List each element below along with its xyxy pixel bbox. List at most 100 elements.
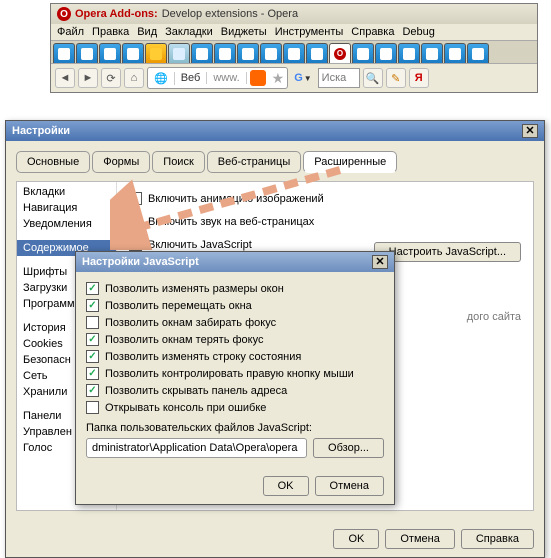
close-button[interactable]: ✕ bbox=[372, 255, 388, 269]
label-js-opt: Позволить контролировать правую кнопку м… bbox=[105, 368, 354, 380]
checkbox-javascript[interactable]: ✓ bbox=[129, 238, 142, 251]
yandex-button[interactable]: Я bbox=[409, 68, 429, 88]
cancel-button[interactable]: Отмена bbox=[315, 476, 384, 496]
folder-path-input[interactable]: dministrator\Application Data\Opera\oper… bbox=[86, 438, 307, 458]
opera-icon: O bbox=[57, 7, 71, 21]
browser-tab[interactable] bbox=[375, 43, 397, 63]
folder-label: Папка пользовательских файлов JavaScript… bbox=[86, 422, 384, 434]
rss-icon[interactable]: ஺ bbox=[250, 70, 266, 86]
bookmark-star-icon[interactable]: ★ bbox=[272, 70, 285, 87]
browser-tab[interactable] bbox=[352, 43, 374, 63]
browse-button[interactable]: Обзор... bbox=[313, 438, 384, 458]
js-option-row: ✓Позволить изменять строку состояния bbox=[86, 350, 384, 363]
tab-search[interactable]: Поиск bbox=[152, 151, 204, 173]
settings-buttons: OK Отмена Справка bbox=[6, 521, 544, 557]
address-bar[interactable]: 🌐 Веб www. ஺ ★ bbox=[147, 67, 288, 89]
browser-tab[interactable] bbox=[53, 43, 75, 63]
browser-tab[interactable] bbox=[237, 43, 259, 63]
browser-tab[interactable] bbox=[214, 43, 236, 63]
window-title-prefix: Opera Add-ons: bbox=[75, 8, 158, 20]
menu-view[interactable]: Вид bbox=[137, 26, 157, 38]
browser-tab[interactable] bbox=[398, 43, 420, 63]
sidebar-item-tabs[interactable]: Вкладки bbox=[17, 184, 116, 200]
checkbox-js-opt[interactable]: ✓ bbox=[86, 333, 99, 346]
checkbox-animation[interactable] bbox=[129, 192, 142, 205]
help-button[interactable]: Справка bbox=[461, 529, 534, 549]
reload-button[interactable]: ⟳ bbox=[101, 68, 121, 88]
label-js-opt: Позволить перемещать окна bbox=[105, 300, 252, 312]
menu-edit[interactable]: Правка bbox=[92, 26, 129, 38]
browser-tab[interactable] bbox=[444, 43, 466, 63]
checkbox-js-opt[interactable]: ✓ bbox=[86, 384, 99, 397]
label-sound: Включить звук на веб-страницах bbox=[148, 216, 314, 228]
tab-advanced[interactable]: Расширенные bbox=[303, 151, 397, 173]
browser-tab[interactable] bbox=[306, 43, 328, 63]
js-option-row: Позволить окнам забирать фокус bbox=[86, 316, 384, 329]
js-buttons: OK Отмена bbox=[76, 468, 394, 504]
zoom-button[interactable]: 🔍 bbox=[363, 68, 383, 88]
checkbox-js-opt[interactable]: ✓ bbox=[86, 282, 99, 295]
search-input[interactable]: Иска bbox=[318, 68, 360, 88]
checkbox-sound[interactable] bbox=[129, 215, 142, 228]
addr-www-label: www. bbox=[207, 72, 246, 84]
browser-tab[interactable] bbox=[467, 43, 489, 63]
js-settings-window: Настройки JavaScript ✕ ✓Позволить изменя… bbox=[75, 251, 395, 505]
settings-tabs: Основные Формы Поиск Веб-страницы Расшир… bbox=[16, 151, 534, 173]
js-option-row: ✓ Позволить скрывать панель адреса bbox=[86, 384, 384, 397]
label-js-opt: Позволить окнам терять фокус bbox=[105, 334, 263, 346]
js-titlebar: Настройки JavaScript ✕ bbox=[76, 252, 394, 272]
edit-button[interactable]: ✎ bbox=[386, 68, 406, 88]
checkbox-js-opt[interactable] bbox=[86, 316, 99, 329]
toolbar: ◄ ► ⟳ ⌂ 🌐 Веб www. ஺ ★ G▼ Иска 🔍 ✎ Я bbox=[51, 64, 537, 92]
close-button[interactable]: ✕ bbox=[522, 124, 538, 138]
browser-tab[interactable] bbox=[168, 43, 190, 63]
browser-tab[interactable] bbox=[76, 43, 98, 63]
cancel-button[interactable]: Отмена bbox=[385, 529, 454, 549]
browser-tab[interactable] bbox=[99, 43, 121, 63]
home-button[interactable]: ⌂ bbox=[124, 68, 144, 88]
js-option-row: ✓ Позволить окнам терять фокус bbox=[86, 333, 384, 346]
browser-tab-active[interactable]: O bbox=[329, 43, 351, 63]
menubar: Файл Правка Вид Закладки Виджеты Инструм… bbox=[51, 24, 537, 40]
menu-bookmarks[interactable]: Закладки bbox=[165, 26, 213, 38]
menu-debug[interactable]: Debug bbox=[402, 26, 434, 38]
js-option-row: ✓ Позволить изменять размеры окон bbox=[86, 282, 384, 295]
menu-tools[interactable]: Инструменты bbox=[275, 26, 344, 38]
forward-button[interactable]: ► bbox=[78, 68, 98, 88]
label-js-opt: Позволить изменять размеры окон bbox=[105, 283, 284, 295]
menu-file[interactable]: Файл bbox=[57, 26, 84, 38]
browser-tab[interactable] bbox=[191, 43, 213, 63]
browser-tab[interactable] bbox=[283, 43, 305, 63]
tab-forms[interactable]: Формы bbox=[92, 151, 150, 173]
menu-widgets[interactable]: Виджеты bbox=[221, 26, 267, 38]
checkbox-js-opt[interactable]: ✓ bbox=[86, 350, 99, 363]
checkbox-js-opt[interactable]: ✓ bbox=[86, 367, 99, 380]
addr-web-label: Веб bbox=[175, 72, 208, 84]
js-body: ✓Позволить изменять размеры окон✓Позволи… bbox=[76, 272, 394, 468]
sidebar-item-navigation[interactable]: Навигация bbox=[17, 200, 116, 216]
sidebar-item-notifications[interactable]: Уведомления bbox=[17, 216, 116, 232]
configure-js-button[interactable]: Настроить JavaScript... bbox=[374, 242, 521, 262]
settings-title: Настройки bbox=[12, 125, 70, 137]
label-js-opt: Позволить окнам забирать фокус bbox=[105, 317, 276, 329]
checkbox-js-opt[interactable] bbox=[86, 401, 99, 414]
browser-tab[interactable] bbox=[145, 43, 167, 63]
ok-button[interactable]: OK bbox=[333, 529, 379, 549]
tab-webpages[interactable]: Веб-страницы bbox=[207, 151, 302, 173]
browser-tab[interactable] bbox=[260, 43, 282, 63]
browser-window: O Opera Add-ons: Develop extensions - Op… bbox=[50, 3, 538, 93]
browser-tab[interactable] bbox=[122, 43, 144, 63]
ok-button[interactable]: OK bbox=[263, 476, 309, 496]
google-search-selector[interactable]: G▼ bbox=[291, 72, 314, 84]
menu-help[interactable]: Справка bbox=[351, 26, 394, 38]
js-option-row: ✓ Позволить перемещать окна bbox=[86, 299, 384, 312]
window-title: Develop extensions - Opera bbox=[162, 8, 298, 20]
tab-bar: O bbox=[51, 40, 537, 64]
js-title: Настройки JavaScript bbox=[82, 256, 199, 268]
tab-general[interactable]: Основные bbox=[16, 151, 90, 173]
js-option-row: Открывать консоль при ошибке bbox=[86, 401, 384, 414]
checkbox-js-opt[interactable]: ✓ bbox=[86, 299, 99, 312]
back-button[interactable]: ◄ bbox=[55, 68, 75, 88]
label-js-opt: Позволить скрывать панель адреса bbox=[105, 385, 287, 397]
browser-tab[interactable] bbox=[421, 43, 443, 63]
